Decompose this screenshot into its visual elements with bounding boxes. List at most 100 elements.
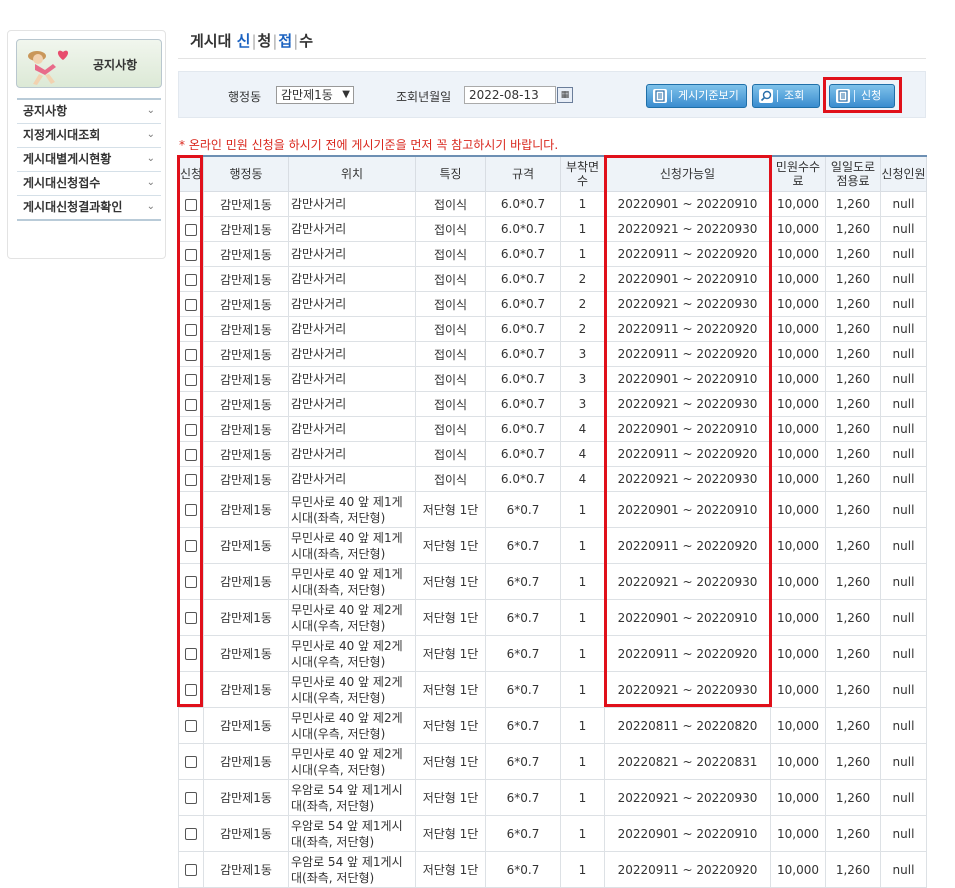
apply-checkbox[interactable]	[185, 864, 197, 876]
cell-location: 무민사로 40 앞 제2게시대(우측, 저단형)	[288, 599, 416, 636]
table-row: 감만제1동 감만사거리 접이식 6.0*0.7 1 20220921 ~ 20220930…	[178, 216, 927, 242]
table-row: 감만제1동 무민사로 40 앞 제2게시대(우측, 저단형) 저단형 1단 6*0.7…	[178, 671, 927, 708]
cell-fee: 10,000	[770, 743, 826, 780]
cell-location: 감만사거리	[288, 341, 416, 367]
chevron-down-icon: ▼	[342, 89, 350, 100]
cell-count: 2	[560, 291, 605, 317]
title-divider	[178, 58, 926, 59]
apply-checkbox[interactable]	[185, 756, 197, 768]
calendar-icon[interactable]: ▦	[557, 87, 573, 103]
cell-applicants: null	[880, 216, 927, 242]
sidebar-item-board-status[interactable]: 게시대별게시현황 ⌄	[17, 148, 161, 172]
chevron-down-icon: ⌄	[146, 105, 155, 116]
mascot-icon	[28, 50, 69, 85]
col-header-count: 부착면수	[560, 155, 605, 192]
cell-location: 감만사거리	[288, 316, 416, 342]
cell-dong: 감만제1동	[203, 316, 289, 342]
cell-road-fee: 1,260	[825, 391, 881, 417]
cell-size: 6.0*0.7	[485, 341, 561, 367]
cell-size: 6*0.7	[485, 527, 561, 564]
cell-count: 2	[560, 316, 605, 342]
cell-fee: 10,000	[770, 599, 826, 636]
cell-fee: 10,000	[770, 527, 826, 564]
cell-count: 4	[560, 466, 605, 492]
cell-count: 1	[560, 743, 605, 780]
cell-applicants: null	[880, 635, 927, 672]
cell-size: 6*0.7	[485, 779, 561, 816]
apply-checkbox[interactable]	[185, 720, 197, 732]
search-button[interactable]: 조회	[752, 84, 820, 108]
sidebar-item-label: 게시대신청접수	[23, 176, 101, 190]
col-header-dong: 행정동	[203, 155, 289, 192]
dong-select[interactable]: 감만제1동 ▼	[276, 86, 354, 104]
board-table: 신청 행정동 위치 특징 규격 부착면수 신청가능일 민원수수료 일일도로점용료…	[178, 155, 927, 888]
sidebar: 공지사항 공지사항 ⌄ 지정게시대조회 ⌄ 게시대별게시현황 ⌄ 게시대신청접수 ⌄ 게…	[7, 30, 166, 259]
cell-applicants: null	[880, 366, 927, 392]
cell-apply	[178, 779, 204, 816]
cell-fee: 10,000	[770, 441, 826, 467]
cell-road-fee: 1,260	[825, 466, 881, 492]
apply-checkbox[interactable]	[185, 792, 197, 804]
sidebar-item-label: 지정게시대조회	[23, 128, 101, 142]
cell-feature: 접이식	[415, 366, 486, 392]
sidebar-item-apply-result[interactable]: 게시대신청결과확인 ⌄	[17, 196, 161, 221]
cell-road-fee: 1,260	[825, 779, 881, 816]
chevron-down-icon: ⌄	[146, 177, 155, 188]
cell-feature: 저단형 1단	[415, 779, 486, 816]
apply-checkbox[interactable]	[185, 828, 197, 840]
cell-feature: 저단형 1단	[415, 743, 486, 780]
table-row: 감만제1동 감만사거리 접이식 6.0*0.7 4 20220901 ~ 20220910…	[178, 416, 927, 442]
table-row: 감만제1동 무민사로 40 앞 제2게시대(우측, 저단형) 저단형 1단 6*0.7…	[178, 707, 927, 744]
criteria-button[interactable]: 게시기준보기	[646, 84, 747, 108]
dong-select-value: 감만제1동	[281, 88, 333, 102]
cell-road-fee: 1,260	[825, 316, 881, 342]
col-header-road-fee: 일일도로점용료	[825, 155, 881, 192]
cell-feature: 저단형 1단	[415, 851, 486, 888]
cell-feature: 접이식	[415, 216, 486, 242]
button-divider	[777, 90, 778, 102]
cell-size: 6*0.7	[485, 815, 561, 852]
cell-dong: 감만제1동	[203, 671, 289, 708]
cell-feature: 저단형 1단	[415, 527, 486, 564]
cell-apply	[178, 707, 204, 744]
cell-road-fee: 1,260	[825, 671, 881, 708]
cell-period: 20220811 ~ 20220820	[604, 707, 771, 744]
table-row: 감만제1동 무민사로 40 앞 제2게시대(우측, 저단형) 저단형 1단 6*0.7…	[178, 599, 927, 636]
cell-feature: 접이식	[415, 391, 486, 417]
sidebar-item-board-apply[interactable]: 게시대신청접수 ⌄	[17, 172, 161, 196]
sidebar-title: 공지사항	[93, 58, 138, 72]
page-title-part: 수	[299, 32, 314, 50]
cell-count: 2	[560, 266, 605, 292]
cell-count: 1	[560, 216, 605, 242]
table-row: 감만제1동 감만사거리 접이식 6.0*0.7 2 20220901 ~ 20220910…	[178, 266, 927, 292]
date-input[interactable]: 2022-08-13	[464, 86, 556, 104]
cell-feature: 접이식	[415, 316, 486, 342]
cell-count: 1	[560, 491, 605, 528]
table-row: 감만제1동 감만사거리 접이식 6.0*0.7 3 20220921 ~ 20220930…	[178, 391, 927, 417]
cell-feature: 접이식	[415, 291, 486, 317]
cell-size: 6.0*0.7	[485, 466, 561, 492]
table-row: 감만제1동 감만사거리 접이식 6.0*0.7 4 20220921 ~ 20220930…	[178, 466, 927, 492]
cell-applicants: null	[880, 191, 927, 217]
cell-applicants: null	[880, 391, 927, 417]
cell-road-fee: 1,260	[825, 743, 881, 780]
cell-feature: 저단형 1단	[415, 599, 486, 636]
page-title-part: 접	[278, 32, 293, 50]
sidebar-item-notice[interactable]: 공지사항 ⌄	[17, 100, 161, 124]
cell-road-fee: 1,260	[825, 599, 881, 636]
cell-road-fee: 1,260	[825, 291, 881, 317]
cell-location: 감만사거리	[288, 416, 416, 442]
table-row: 감만제1동 감만사거리 접이식 6.0*0.7 1 20220911 ~ 20220920…	[178, 241, 927, 267]
cell-fee: 10,000	[770, 707, 826, 744]
cell-applicants: null	[880, 416, 927, 442]
cell-road-fee: 1,260	[825, 441, 881, 467]
cell-fee: 10,000	[770, 635, 826, 672]
cell-fee: 10,000	[770, 216, 826, 242]
cell-dong: 감만제1동	[203, 851, 289, 888]
sidebar-item-designated-board[interactable]: 지정게시대조회 ⌄	[17, 124, 161, 148]
cell-size: 6.0*0.7	[485, 291, 561, 317]
cell-road-fee: 1,260	[825, 191, 881, 217]
page-title: 게시대 신|청|접|수	[190, 30, 313, 51]
cell-applicants: null	[880, 241, 927, 267]
cell-feature: 접이식	[415, 466, 486, 492]
